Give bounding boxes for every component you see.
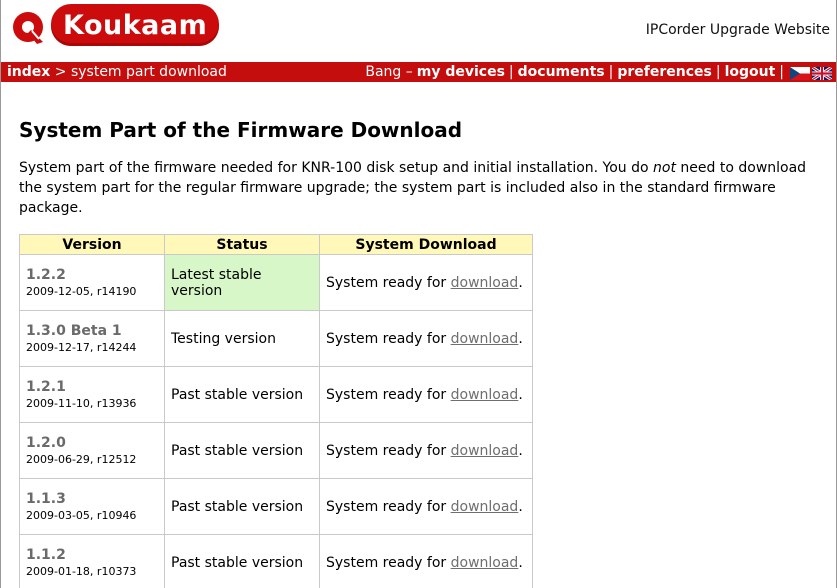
version-cell: 1.1.2 2009-01-18, r10373 bbox=[19, 534, 165, 588]
preferences-link[interactable]: preferences bbox=[617, 62, 712, 82]
download-cell: System ready for download. bbox=[319, 310, 533, 367]
link-separator: | bbox=[715, 64, 721, 80]
table-row: 1.1.3 2009-03-05, r10946 Past stable ver… bbox=[19, 478, 533, 535]
breadcrumb-index-link[interactable]: index bbox=[7, 64, 50, 80]
download-prefix: System ready for bbox=[326, 554, 451, 571]
page: Koukaam IPCorder Upgrade Website index >… bbox=[0, 0, 837, 588]
status-cell: Past stable version bbox=[164, 422, 320, 479]
firmware-table: Version Status System Download 1.2.2 200… bbox=[19, 234, 533, 588]
main-content: System Part of the Firmware Download Sys… bbox=[19, 115, 834, 218]
version-date: 2009-06-29, r12512 bbox=[26, 452, 137, 466]
status-header: Status bbox=[164, 234, 320, 255]
download-suffix: . bbox=[518, 330, 523, 347]
user-links: Bang – my devices | documents | preferen… bbox=[365, 62, 833, 82]
uk-flag-icon[interactable] bbox=[811, 65, 833, 81]
download-prefix: System ready for bbox=[326, 330, 451, 347]
intro-text: System part of the firmware needed for K… bbox=[19, 158, 831, 218]
table-row: 1.2.2 2009-12-05, r14190 Latest stable v… bbox=[19, 254, 533, 311]
koukaam-logo[interactable]: Koukaam bbox=[9, 4, 220, 46]
version-cell: 1.2.2 2009-12-05, r14190 bbox=[19, 254, 165, 311]
download-cell: System ready for download. bbox=[319, 478, 533, 535]
download-link[interactable]: download bbox=[451, 555, 519, 571]
status-cell: Past stable version bbox=[164, 366, 320, 423]
breadcrumb: index > system part download bbox=[7, 62, 227, 82]
logout-link[interactable]: logout bbox=[725, 62, 776, 82]
version-number: 1.2.2 bbox=[26, 266, 66, 283]
download-cell: System ready for download. bbox=[319, 366, 533, 423]
version-number: 1.3.0 Beta 1 bbox=[26, 322, 122, 339]
my-devices-link[interactable]: my devices bbox=[417, 62, 505, 82]
download-link[interactable]: download bbox=[451, 331, 519, 347]
czech-flag-icon[interactable] bbox=[790, 66, 810, 80]
download-cell: System ready for download. bbox=[319, 534, 533, 588]
version-date: 2009-03-05, r10946 bbox=[26, 508, 137, 522]
site-header: Koukaam IPCorder Upgrade Website bbox=[1, 0, 836, 62]
version-cell: 1.2.0 2009-06-29, r12512 bbox=[19, 422, 165, 479]
version-number: 1.1.3 bbox=[26, 490, 66, 507]
page-title: System Part of the Firmware Download bbox=[19, 118, 463, 142]
download-prefix: System ready for bbox=[326, 274, 451, 291]
intro-part-1: System part of the firmware needed for K… bbox=[19, 160, 654, 176]
version-date: 2009-12-17, r14244 bbox=[26, 340, 137, 354]
version-date: 2009-12-05, r14190 bbox=[26, 284, 137, 298]
version-cell: 1.3.0 Beta 1 2009-12-17, r14244 bbox=[19, 310, 165, 367]
table-row: 1.2.1 2009-11-10, r13936 Past stable ver… bbox=[19, 366, 533, 423]
version-number: 1.1.2 bbox=[26, 546, 66, 563]
version-number: 1.2.0 bbox=[26, 434, 66, 451]
download-header: System Download bbox=[319, 234, 533, 255]
nav-bar: index > system part download Bang – my d… bbox=[1, 62, 836, 82]
documents-link[interactable]: documents bbox=[518, 62, 605, 82]
status-cell: Testing version bbox=[164, 310, 320, 367]
site-title: IPCorder Upgrade Website bbox=[645, 22, 830, 38]
status-cell: Past stable version bbox=[164, 478, 320, 535]
download-cell: System ready for download. bbox=[319, 422, 533, 479]
download-suffix: . bbox=[518, 442, 523, 459]
download-link[interactable]: download bbox=[451, 443, 519, 459]
download-prefix: System ready for bbox=[326, 498, 451, 515]
version-header: Version bbox=[19, 234, 165, 255]
download-prefix: System ready for bbox=[326, 386, 451, 403]
table-header-row: Version Status System Download bbox=[19, 234, 533, 255]
version-cell: 1.1.3 2009-03-05, r10946 bbox=[19, 478, 165, 535]
table-row: 1.1.2 2009-01-18, r10373 Past stable ver… bbox=[19, 534, 533, 588]
breadcrumb-current: system part download bbox=[70, 64, 227, 80]
download-link[interactable]: download bbox=[451, 387, 519, 403]
status-cell: Latest stable version bbox=[164, 254, 320, 311]
download-link[interactable]: download bbox=[451, 275, 519, 291]
link-separator: | bbox=[779, 64, 784, 80]
username: Bang – bbox=[365, 64, 413, 80]
table-row: 1.3.0 Beta 1 2009-12-17, r14244 Testing … bbox=[19, 310, 533, 367]
download-cell: System ready for download. bbox=[319, 254, 533, 311]
brand-name: Koukaam bbox=[51, 4, 220, 46]
download-prefix: System ready for bbox=[326, 442, 451, 459]
status-cell: Past stable version bbox=[164, 534, 320, 588]
version-number: 1.2.1 bbox=[26, 378, 66, 395]
download-suffix: . bbox=[518, 386, 523, 403]
intro-emphasis: not bbox=[653, 160, 676, 176]
download-suffix: . bbox=[518, 498, 523, 515]
table-row: 1.2.0 2009-06-29, r12512 Past stable ver… bbox=[19, 422, 533, 479]
download-link[interactable]: download bbox=[451, 499, 519, 515]
breadcrumb-separator: > bbox=[54, 64, 67, 80]
link-separator: | bbox=[608, 64, 614, 80]
download-suffix: . bbox=[518, 554, 523, 571]
download-suffix: . bbox=[518, 274, 523, 291]
koukaam-mark-icon bbox=[9, 6, 47, 44]
version-cell: 1.2.1 2009-11-10, r13936 bbox=[19, 366, 165, 423]
version-date: 2009-11-10, r13936 bbox=[26, 396, 137, 410]
link-separator: | bbox=[508, 64, 514, 80]
version-date: 2009-01-18, r10373 bbox=[26, 564, 137, 578]
